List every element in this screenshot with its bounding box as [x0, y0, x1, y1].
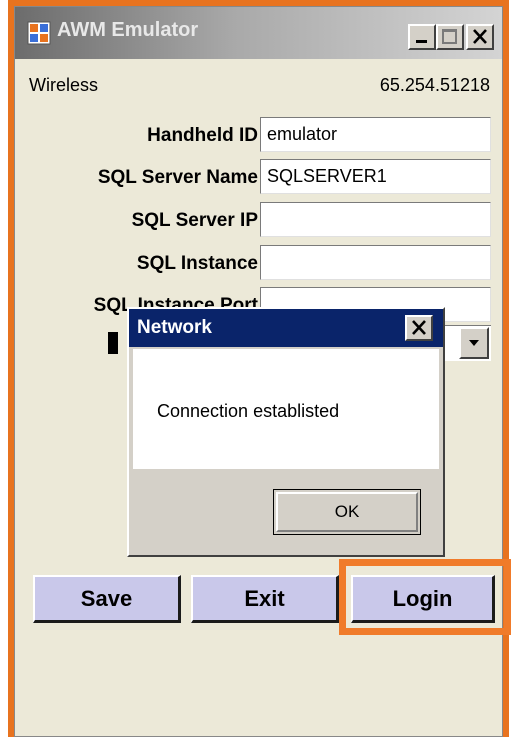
maximize-button[interactable] [436, 24, 464, 50]
obscured-field-label [108, 332, 118, 354]
sql-server-ip-label: SQL Server IP [131, 210, 258, 231]
dialog-title: Network [137, 317, 212, 338]
login-highlight-box [339, 559, 511, 635]
sql-instance-input[interactable] [260, 245, 491, 280]
dialog-ok-button[interactable]: OK [273, 489, 421, 535]
version-label: 65.254.51218 [379, 75, 490, 95]
sql-server-ip-input[interactable] [260, 202, 491, 237]
network-dialog: Network Connection establisted OK [127, 307, 445, 557]
minimize-button[interactable] [408, 24, 436, 50]
sql-server-name-label: SQL Server Name [97, 167, 258, 188]
handheld-id-label: Handheld ID [147, 125, 258, 146]
chevron-down-icon [469, 340, 479, 346]
dropdown-button[interactable] [459, 327, 489, 359]
dialog-message: Connection establisted [157, 401, 340, 421]
close-icon [412, 320, 426, 335]
maximize-icon [442, 29, 457, 44]
app-window: AWM Emulator Wireless 65.254.51218 Handh… [14, 6, 511, 737]
close-icon [473, 29, 487, 44]
exit-button[interactable]: Exit [191, 575, 339, 623]
minimize-icon [416, 40, 427, 43]
handheld-id-input[interactable]: emulator [260, 117, 491, 152]
close-window-button[interactable] [466, 24, 494, 50]
dialog-titlebar[interactable]: Network [129, 309, 443, 347]
window-title: AWM Emulator [57, 19, 199, 41]
dialog-body: Connection establisted [133, 349, 439, 469]
window-titlebar[interactable]: AWM Emulator [15, 7, 502, 59]
dialog-close-button[interactable] [405, 315, 433, 341]
sql-instance-label: SQL Instance [136, 253, 258, 274]
sql-server-name-input[interactable]: SQLSERVER1 [260, 159, 491, 194]
connection-mode-label: Wireless [29, 75, 99, 95]
save-button[interactable]: Save [33, 575, 181, 623]
app-window-icon [27, 21, 51, 45]
